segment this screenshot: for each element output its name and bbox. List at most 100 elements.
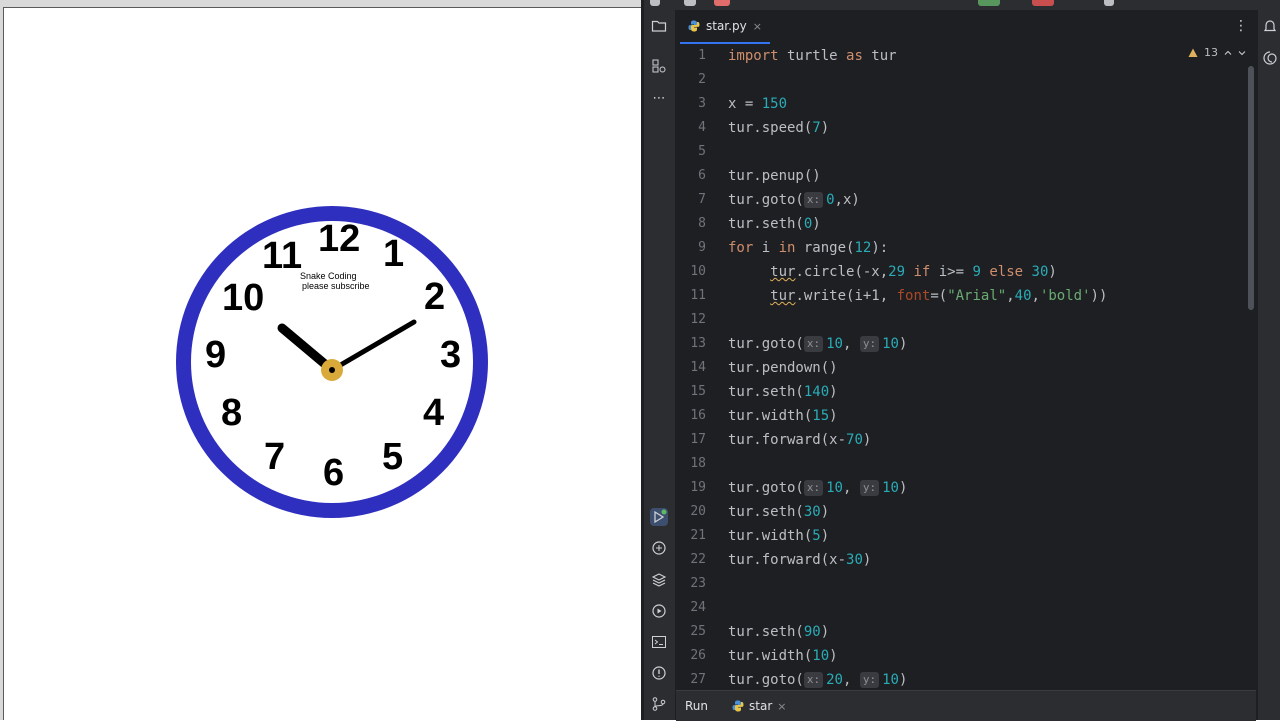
line-number: 23 — [690, 576, 706, 591]
stop-icon[interactable] — [1032, 0, 1054, 6]
folder-icon[interactable] — [650, 18, 668, 36]
right-tool-strip — [1257, 10, 1280, 720]
line-number: 3 — [698, 96, 706, 111]
line-number: 4 — [698, 120, 706, 135]
layers-icon[interactable] — [650, 572, 668, 590]
run-tool-window-bar: Run star × — [676, 690, 1256, 721]
clock-number-9: 9 — [205, 334, 226, 376]
line-number: 25 — [690, 624, 706, 639]
tab-label: star.py — [706, 19, 747, 33]
param-hint: y: — [859, 336, 880, 352]
code-line-19: tur.goto(x: 10, y: 10) — [728, 480, 908, 496]
code-line-7: tur.goto(x: 0,x) — [728, 192, 860, 208]
clock-drawing: 12 1 2 3 4 5 6 7 8 9 10 11 Snake Coding … — [176, 206, 488, 518]
turtle-window: 12 1 2 3 4 5 6 7 8 9 10 11 Snake Coding … — [0, 0, 641, 720]
code-line-11: tur.write(i+1, font=("Arial",40,'bold')) — [770, 288, 1108, 304]
code-line-9: for i in range(12): — [728, 240, 889, 256]
more-icon[interactable]: ⋯ — [650, 90, 668, 108]
project-icon[interactable] — [684, 0, 696, 6]
line-number: 14 — [690, 360, 706, 375]
clock-number-1: 1 — [383, 233, 404, 275]
line-number: 5 — [698, 144, 706, 159]
code-line-21: tur.width(5) — [728, 528, 830, 544]
line-number: 18 — [690, 456, 706, 471]
terminal-icon[interactable] — [650, 634, 668, 652]
code-editor[interactable]: 13 1 2 3 4 5 6 7 8 9 10 11 12 13 14 15 1… — [676, 44, 1256, 690]
line-number: 8 — [698, 216, 706, 231]
code-line-6: tur.penup() — [728, 168, 821, 184]
code-line-13: tur.goto(x: 10, y: 10) — [728, 336, 908, 352]
ai-assistant-icon[interactable] — [1261, 50, 1279, 68]
param-hint: x: — [803, 192, 824, 208]
python-file-icon — [732, 700, 744, 712]
clock-number-5: 5 — [382, 436, 403, 478]
code-line-15: tur.seth(140) — [728, 384, 838, 400]
watermark-line1: Snake Coding — [300, 271, 357, 281]
code-line-26: tur.width(10) — [728, 648, 838, 664]
clock-number-2: 2 — [424, 276, 445, 318]
code-line-22: tur.forward(x-30) — [728, 552, 872, 568]
line-number: 19 — [690, 480, 706, 495]
code-line-14: tur.pendown() — [728, 360, 838, 376]
clock-number-7: 7 — [264, 436, 285, 478]
clock-number-3: 3 — [440, 334, 461, 376]
run-config-icon[interactable] — [978, 0, 1000, 6]
ide-title-bar — [644, 0, 1280, 10]
left-tool-strip: ⋯ — [644, 10, 676, 720]
ide-window: ⋯ star.py × ⋮ 13 1 2 3 4 5 6 7 8 9 10 11… — [644, 0, 1280, 721]
clock-number-11: 11 — [262, 235, 302, 277]
code-line-10: tur.circle(-x,29 if i>= 9 else 30) — [770, 264, 1057, 280]
line-number: 12 — [690, 312, 706, 327]
line-number: 26 — [690, 648, 706, 663]
tab-star-py[interactable]: star.py × — [680, 10, 770, 44]
code-line-27: tur.goto(x: 20, y: 10) — [728, 672, 908, 688]
watermark-line2: please subscribe — [302, 281, 370, 291]
line-number: 20 — [690, 504, 706, 519]
editor-tab-bar: star.py × ⋮ — [676, 10, 1256, 45]
line-number: 10 — [690, 264, 706, 279]
menu-icon[interactable] — [650, 0, 660, 6]
line-number: 9 — [698, 240, 706, 255]
param-hint: y: — [859, 672, 880, 688]
code-line-25: tur.seth(90) — [728, 624, 830, 640]
tab-close-icon[interactable]: × — [753, 20, 762, 33]
param-hint: x: — [803, 480, 824, 496]
tab-menu-icon[interactable]: ⋮ — [1234, 18, 1248, 34]
run-tab-close-icon[interactable]: × — [777, 700, 786, 713]
line-number: 1 — [698, 48, 706, 63]
run-tab-star[interactable]: star × — [732, 699, 786, 713]
project-badge-icon[interactable] — [714, 0, 730, 6]
code-line-4: tur.speed(7) — [728, 120, 830, 136]
param-hint: y: — [859, 480, 880, 496]
structure-icon[interactable] — [650, 58, 668, 76]
param-hint: x: — [803, 336, 824, 352]
clock-number-6: 6 — [323, 452, 344, 494]
run-icon[interactable] — [650, 508, 668, 526]
code-area[interactable]: import turtle as tur x = 150 tur.speed(7… — [728, 44, 1248, 690]
line-number: 6 — [698, 168, 706, 183]
run-tab-label: star — [749, 699, 773, 713]
line-number-gutter: 1 2 3 4 5 6 7 8 9 10 11 12 13 14 15 16 1… — [676, 44, 720, 690]
line-number: 11 — [690, 288, 706, 303]
problems-icon[interactable] — [650, 665, 668, 683]
code-line-16: tur.width(15) — [728, 408, 838, 424]
code-line-3: x = 150 — [728, 96, 788, 112]
editor-scrollbar[interactable] — [1248, 66, 1254, 310]
code-line-8: tur.seth(0) — [728, 216, 821, 232]
param-hint: x: — [803, 672, 824, 688]
python-console-icon[interactable] — [650, 540, 668, 558]
line-number: 21 — [690, 528, 706, 543]
line-number: 17 — [690, 432, 706, 447]
services-icon[interactable] — [650, 603, 668, 621]
line-number: 24 — [690, 600, 706, 615]
notifications-icon[interactable] — [1261, 18, 1279, 36]
clock-number-8: 8 — [221, 392, 242, 434]
run-tool-label[interactable]: Run — [685, 699, 708, 713]
line-number: 15 — [690, 384, 706, 399]
python-file-icon — [688, 20, 700, 32]
line-number: 22 — [690, 552, 706, 567]
vcs-icon[interactable] — [1104, 0, 1114, 6]
clock-number-12: 12 — [318, 218, 360, 260]
git-icon[interactable] — [650, 696, 668, 714]
code-line-1: import turtle as tur — [728, 48, 897, 64]
